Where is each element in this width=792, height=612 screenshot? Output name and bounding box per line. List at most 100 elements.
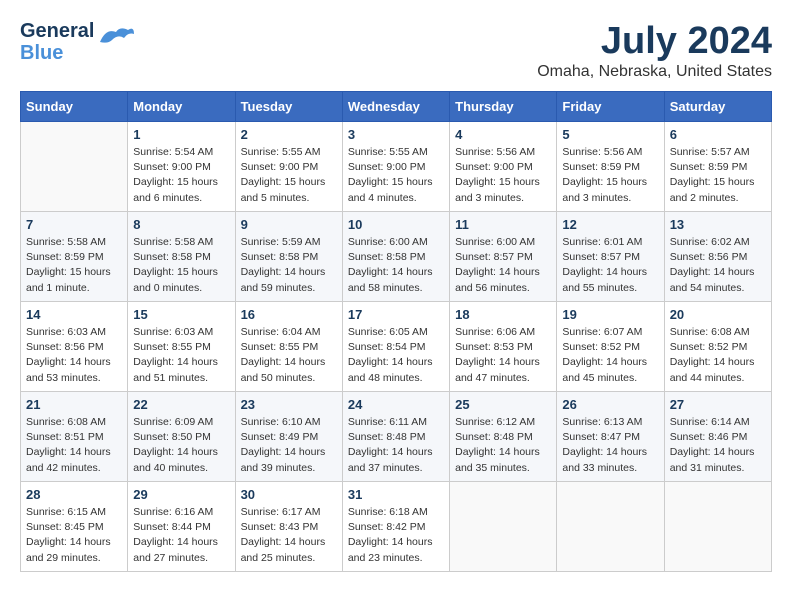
day-number: 22	[133, 397, 229, 412]
day-number: 5	[562, 127, 658, 142]
day-number: 27	[670, 397, 766, 412]
weekday-header-saturday: Saturday	[664, 92, 771, 122]
calendar-cell: 30 Sunrise: 6:17 AMSunset: 8:43 PMDayligh…	[235, 482, 342, 572]
day-number: 15	[133, 307, 229, 322]
calendar-cell: 3 Sunrise: 5:55 AMSunset: 9:00 PMDaylight…	[342, 122, 449, 212]
weekday-header-tuesday: Tuesday	[235, 92, 342, 122]
day-number: 29	[133, 487, 229, 502]
day-number: 28	[26, 487, 122, 502]
day-info: Sunrise: 5:55 AMSunset: 9:00 PMDaylight:…	[241, 145, 337, 206]
day-info: Sunrise: 6:08 AMSunset: 8:51 PMDaylight:…	[26, 415, 122, 476]
calendar-cell: 27 Sunrise: 6:14 AMSunset: 8:46 PMDayligh…	[664, 392, 771, 482]
calendar-cell: 9 Sunrise: 5:59 AMSunset: 8:58 PMDaylight…	[235, 212, 342, 302]
day-info: Sunrise: 6:10 AMSunset: 8:49 PMDaylight:…	[241, 415, 337, 476]
day-number: 31	[348, 487, 444, 502]
title-section: July 2024 Omaha, Nebraska, United States	[537, 20, 772, 81]
page-header: General Blue July 2024 Omaha, Nebraska, …	[20, 20, 772, 81]
day-number: 26	[562, 397, 658, 412]
calendar-cell: 14Sunrise: 6:03 AMSunset: 8:56 PMDayligh…	[21, 302, 128, 392]
day-info: Sunrise: 6:15 AMSunset: 8:45 PMDaylight:…	[26, 505, 122, 566]
day-info: Sunrise: 6:05 AMSunset: 8:54 PMDaylight:…	[348, 325, 444, 386]
day-info: Sunrise: 6:00 AMSunset: 8:58 PMDaylight:…	[348, 235, 444, 296]
day-info: Sunrise: 6:07 AMSunset: 8:52 PMDaylight:…	[562, 325, 658, 386]
logo-bird-icon	[98, 24, 136, 52]
day-number: 1	[133, 127, 229, 142]
calendar-week-5: 28 Sunrise: 6:15 AMSunset: 8:45 PMDayligh…	[21, 482, 772, 572]
calendar-cell: 21 Sunrise: 6:08 AMSunset: 8:51 PMDayligh…	[21, 392, 128, 482]
day-number: 21	[26, 397, 122, 412]
calendar-cell	[664, 482, 771, 572]
day-number: 12	[562, 217, 658, 232]
day-number: 13	[670, 217, 766, 232]
calendar-cell: 25Sunrise: 6:12 AMSunset: 8:48 PMDayligh…	[450, 392, 557, 482]
calendar-cell: 13Sunrise: 6:02 AMSunset: 8:56 PMDayligh…	[664, 212, 771, 302]
calendar-cell: 20 Sunrise: 6:08 AMSunset: 8:52 PMDayligh…	[664, 302, 771, 392]
day-info: Sunrise: 6:14 AMSunset: 8:46 PMDaylight:…	[670, 415, 766, 476]
day-info: Sunrise: 6:06 AMSunset: 8:53 PMDaylight:…	[455, 325, 551, 386]
day-number: 20	[670, 307, 766, 322]
day-number: 3	[348, 127, 444, 142]
weekday-header-friday: Friday	[557, 92, 664, 122]
day-info: Sunrise: 6:08 AMSunset: 8:52 PMDaylight:…	[670, 325, 766, 386]
day-info: Sunrise: 5:55 AMSunset: 9:00 PMDaylight:…	[348, 145, 444, 206]
day-number: 6	[670, 127, 766, 142]
calendar-cell: 6 Sunrise: 5:57 AMSunset: 8:59 PMDaylight…	[664, 122, 771, 212]
calendar-cell: 15 Sunrise: 6:03 AMSunset: 8:55 PMDayligh…	[128, 302, 235, 392]
calendar-week-4: 21 Sunrise: 6:08 AMSunset: 8:51 PMDayligh…	[21, 392, 772, 482]
day-info: Sunrise: 6:00 AMSunset: 8:57 PMDaylight:…	[455, 235, 551, 296]
calendar-cell: 17Sunrise: 6:05 AMSunset: 8:54 PMDayligh…	[342, 302, 449, 392]
weekday-header-sunday: Sunday	[21, 92, 128, 122]
calendar-cell: 24 Sunrise: 6:11 AMSunset: 8:48 PMDayligh…	[342, 392, 449, 482]
day-info: Sunrise: 6:11 AMSunset: 8:48 PMDaylight:…	[348, 415, 444, 476]
calendar-cell	[450, 482, 557, 572]
month-title: July 2024	[537, 20, 772, 63]
calendar-cell: 10Sunrise: 6:00 AMSunset: 8:58 PMDayligh…	[342, 212, 449, 302]
day-number: 2	[241, 127, 337, 142]
day-number: 24	[348, 397, 444, 412]
day-info: Sunrise: 5:54 AMSunset: 9:00 PMDaylight:…	[133, 145, 229, 206]
calendar-cell: 31 Sunrise: 6:18 AMSunset: 8:42 PMDayligh…	[342, 482, 449, 572]
calendar-cell: 19 Sunrise: 6:07 AMSunset: 8:52 PMDayligh…	[557, 302, 664, 392]
calendar-week-3: 14Sunrise: 6:03 AMSunset: 8:56 PMDayligh…	[21, 302, 772, 392]
calendar-cell	[21, 122, 128, 212]
day-number: 16	[241, 307, 337, 322]
day-info: Sunrise: 6:01 AMSunset: 8:57 PMDaylight:…	[562, 235, 658, 296]
calendar-cell: 1 Sunrise: 5:54 AMSunset: 9:00 PMDaylight…	[128, 122, 235, 212]
day-info: Sunrise: 6:04 AMSunset: 8:55 PMDaylight:…	[241, 325, 337, 386]
day-info: Sunrise: 5:57 AMSunset: 8:59 PMDaylight:…	[670, 145, 766, 206]
calendar-cell: 22Sunrise: 6:09 AMSunset: 8:50 PMDayligh…	[128, 392, 235, 482]
calendar-cell: 23Sunrise: 6:10 AMSunset: 8:49 PMDayligh…	[235, 392, 342, 482]
logo: General Blue	[20, 20, 136, 64]
day-info: Sunrise: 6:17 AMSunset: 8:43 PMDaylight:…	[241, 505, 337, 566]
day-number: 19	[562, 307, 658, 322]
calendar-cell: 11 Sunrise: 6:00 AMSunset: 8:57 PMDayligh…	[450, 212, 557, 302]
calendar-cell: 18Sunrise: 6:06 AMSunset: 8:53 PMDayligh…	[450, 302, 557, 392]
day-number: 9	[241, 217, 337, 232]
day-number: 30	[241, 487, 337, 502]
calendar-week-2: 7Sunrise: 5:58 AMSunset: 8:59 PMDaylight…	[21, 212, 772, 302]
logo-text: General Blue	[20, 20, 94, 64]
day-info: Sunrise: 5:56 AMSunset: 8:59 PMDaylight:…	[562, 145, 658, 206]
day-info: Sunrise: 5:59 AMSunset: 8:58 PMDaylight:…	[241, 235, 337, 296]
logo-blue: Blue	[20, 42, 94, 64]
calendar-table: SundayMondayTuesdayWednesdayThursdayFrid…	[20, 91, 772, 572]
calendar-cell: 5 Sunrise: 5:56 AMSunset: 8:59 PMDaylight…	[557, 122, 664, 212]
calendar-cell: 4Sunrise: 5:56 AMSunset: 9:00 PMDaylight…	[450, 122, 557, 212]
calendar-cell: 2 Sunrise: 5:55 AMSunset: 9:00 PMDaylight…	[235, 122, 342, 212]
day-info: Sunrise: 6:03 AMSunset: 8:55 PMDaylight:…	[133, 325, 229, 386]
day-info: Sunrise: 6:18 AMSunset: 8:42 PMDaylight:…	[348, 505, 444, 566]
weekday-header-monday: Monday	[128, 92, 235, 122]
calendar-week-1: 1 Sunrise: 5:54 AMSunset: 9:00 PMDaylight…	[21, 122, 772, 212]
calendar-cell: 8Sunrise: 5:58 AMSunset: 8:58 PMDaylight…	[128, 212, 235, 302]
day-number: 11	[455, 217, 551, 232]
day-number: 25	[455, 397, 551, 412]
day-info: Sunrise: 6:16 AMSunset: 8:44 PMDaylight:…	[133, 505, 229, 566]
logo-general: General	[20, 20, 94, 42]
weekday-header-wednesday: Wednesday	[342, 92, 449, 122]
calendar-cell	[557, 482, 664, 572]
day-info: Sunrise: 5:56 AMSunset: 9:00 PMDaylight:…	[455, 145, 551, 206]
day-info: Sunrise: 6:13 AMSunset: 8:47 PMDaylight:…	[562, 415, 658, 476]
calendar-cell: 29 Sunrise: 6:16 AMSunset: 8:44 PMDayligh…	[128, 482, 235, 572]
calendar-cell: 12 Sunrise: 6:01 AMSunset: 8:57 PMDayligh…	[557, 212, 664, 302]
calendar-cell: 16 Sunrise: 6:04 AMSunset: 8:55 PMDayligh…	[235, 302, 342, 392]
